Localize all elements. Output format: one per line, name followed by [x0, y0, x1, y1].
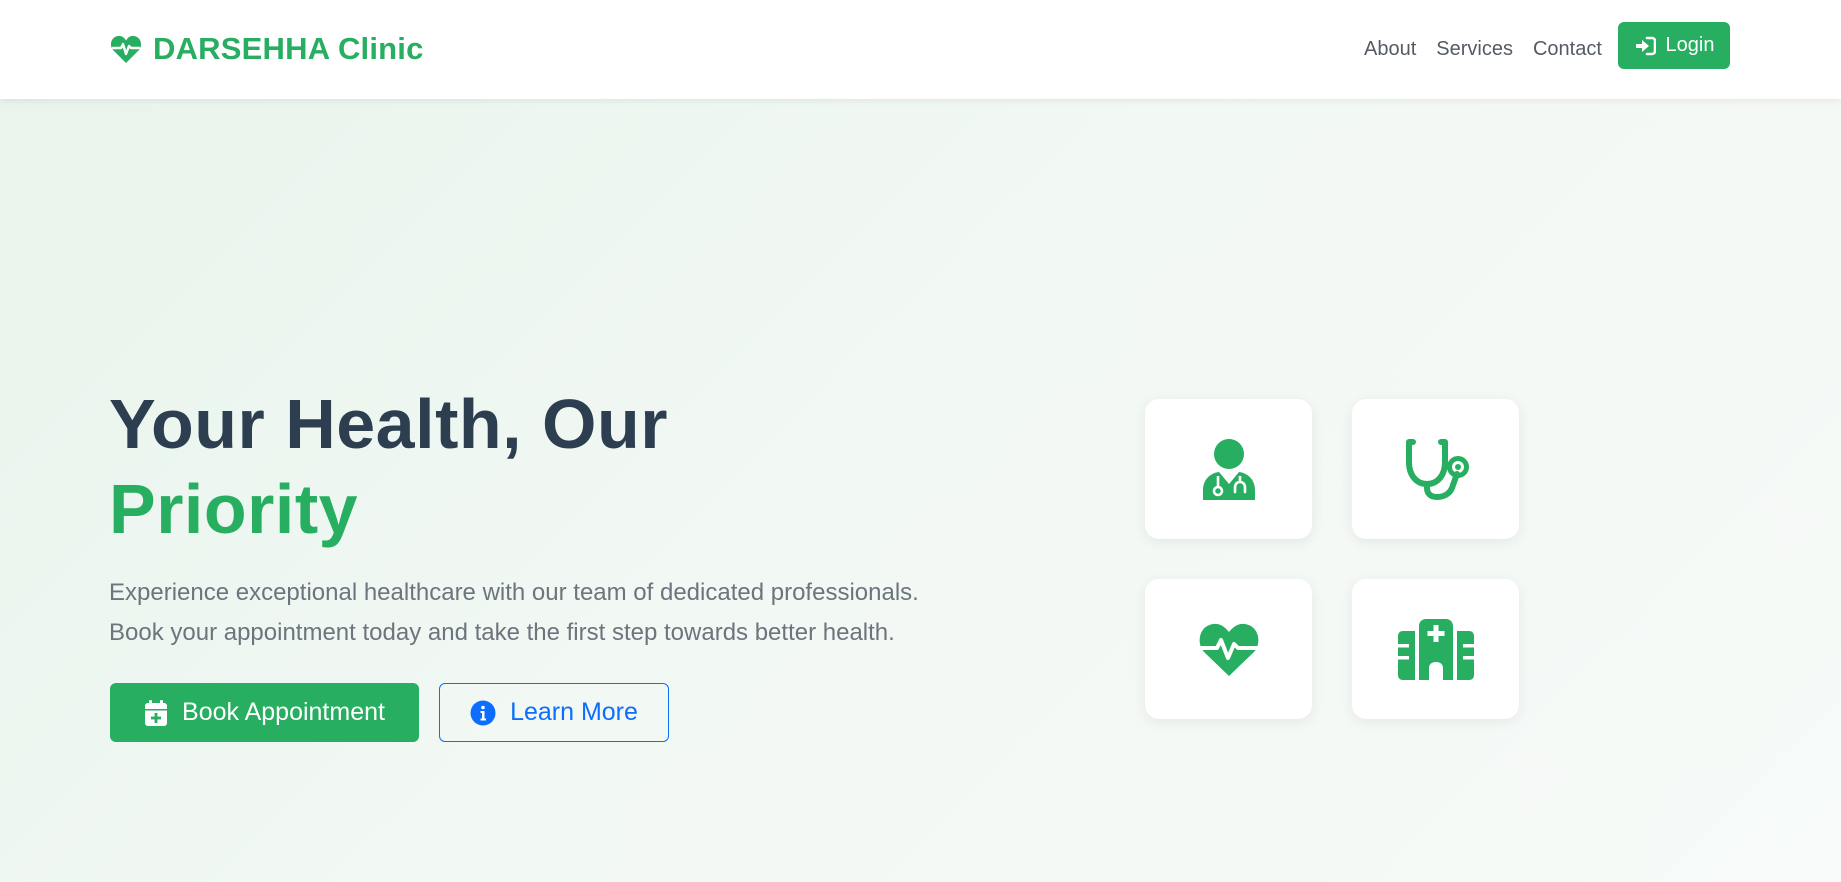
nav-link-about[interactable]: About: [1364, 34, 1416, 64]
sign-in-icon: [1635, 36, 1656, 55]
navbar: DARSEHHA Clinic About Services Contact L…: [0, 0, 1841, 99]
hero-headline: Your Health, Our Priority: [109, 382, 668, 552]
headline-accent: Priority: [109, 470, 359, 548]
brand-name: DARSEHHA Clinic: [153, 31, 424, 66]
hero-description-line2: Book your appointment today and take the…: [109, 619, 895, 646]
book-appointment-button[interactable]: Book Appointment: [110, 683, 419, 742]
brand-link[interactable]: DARSEHHA Clinic: [110, 29, 424, 69]
hero-section: Your Health, Our Priority Experience exc…: [0, 99, 1841, 882]
learn-more-label: Learn More: [510, 698, 638, 726]
hero-description: Experience exceptional healthcare with o…: [109, 573, 969, 653]
hospital-icon: [1397, 619, 1474, 680]
heart-pulse-icon: [110, 35, 142, 63]
learn-more-button[interactable]: Learn More: [439, 683, 669, 742]
info-circle-icon: [470, 700, 496, 725]
feature-card-doctor: [1145, 399, 1312, 539]
feature-card-heart: [1145, 579, 1312, 719]
book-appointment-label: Book Appointment: [182, 698, 385, 726]
login-button[interactable]: Login: [1618, 22, 1730, 69]
calendar-plus-icon: [145, 699, 168, 726]
stethoscope-icon: [1405, 439, 1469, 500]
nav-link-contact[interactable]: Contact: [1533, 34, 1602, 64]
feature-card-stethoscope: [1352, 399, 1519, 539]
feature-card-hospital: [1352, 579, 1519, 719]
headline-line1: Your Health, Our: [109, 385, 668, 463]
user-doctor-icon: [1202, 439, 1255, 500]
hero-description-line1: Experience exceptional healthcare with o…: [109, 579, 919, 606]
login-label: Login: [1665, 34, 1715, 56]
nav-link-services[interactable]: Services: [1436, 34, 1513, 64]
nav-links: About Services Contact: [1364, 34, 1622, 64]
heart-pulse-icon: [1197, 623, 1260, 676]
